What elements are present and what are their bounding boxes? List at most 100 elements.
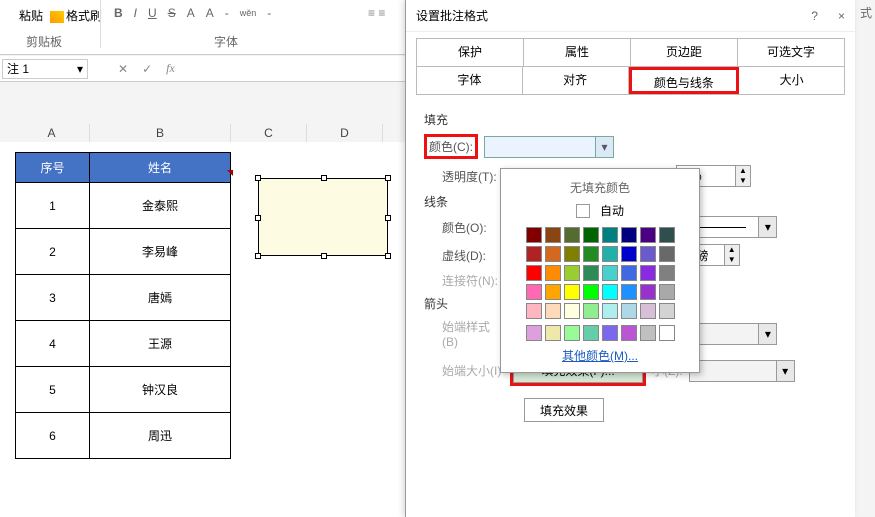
cell[interactable]: 周迅 bbox=[90, 413, 231, 459]
color-swatch[interactable] bbox=[640, 303, 656, 319]
chevron-down-icon[interactable]: ▾ bbox=[77, 62, 83, 76]
color-swatch[interactable] bbox=[602, 325, 618, 341]
tab-align[interactable]: 对齐 bbox=[523, 67, 629, 94]
color-swatch[interactable] bbox=[583, 246, 599, 262]
format-painter-button[interactable]: 格式刷 bbox=[50, 7, 102, 24]
resize-handle[interactable] bbox=[255, 215, 261, 221]
color-swatch[interactable] bbox=[545, 246, 561, 262]
resize-handle[interactable] bbox=[255, 253, 261, 259]
comment-box[interactable] bbox=[258, 178, 388, 256]
chevron-down-icon[interactable]: ▾ bbox=[595, 137, 613, 157]
col-b[interactable]: B bbox=[90, 124, 231, 142]
fx-icon[interactable]: fx bbox=[166, 61, 175, 76]
italic-button[interactable]: I bbox=[134, 6, 137, 20]
underline-button[interactable]: U bbox=[148, 6, 157, 20]
paste-button[interactable]: 粘贴 bbox=[19, 7, 43, 24]
no-fill-option[interactable]: 无填充颜色 bbox=[509, 179, 691, 196]
color-swatch[interactable] bbox=[621, 303, 637, 319]
cell[interactable]: 6 bbox=[16, 413, 90, 459]
cell[interactable]: 钟汉良 bbox=[90, 367, 231, 413]
close-button[interactable]: × bbox=[838, 9, 845, 23]
color-swatch[interactable] bbox=[621, 265, 637, 281]
strike-button[interactable]: S bbox=[168, 6, 176, 20]
color-swatch[interactable] bbox=[640, 265, 656, 281]
cancel-icon[interactable]: ✕ bbox=[118, 62, 128, 76]
chevron-down-icon[interactable]: ▾ bbox=[776, 361, 794, 381]
color-swatch[interactable] bbox=[526, 303, 542, 319]
resize-handle[interactable] bbox=[385, 215, 391, 221]
color-swatch[interactable] bbox=[659, 303, 675, 319]
color-swatch[interactable] bbox=[583, 227, 599, 243]
color-swatch[interactable] bbox=[526, 325, 542, 341]
color-swatch[interactable] bbox=[602, 284, 618, 300]
color-swatch[interactable] bbox=[659, 284, 675, 300]
spin-up[interactable]: ▲ bbox=[736, 166, 750, 176]
color-swatch[interactable] bbox=[583, 303, 599, 319]
auto-color-option[interactable]: 自动 bbox=[509, 202, 691, 219]
color-swatch[interactable] bbox=[621, 227, 637, 243]
color-swatch[interactable] bbox=[659, 227, 675, 243]
resize-handle[interactable] bbox=[385, 175, 391, 181]
font-color-button[interactable]: A bbox=[206, 6, 214, 20]
pinyin-button[interactable]: wěn bbox=[240, 8, 257, 18]
color-swatch[interactable] bbox=[621, 246, 637, 262]
fill-color-combo[interactable]: ▾ bbox=[484, 136, 614, 158]
cell[interactable]: 3 bbox=[16, 275, 90, 321]
color-swatch[interactable] bbox=[526, 227, 542, 243]
color-swatch[interactable] bbox=[583, 284, 599, 300]
resize-handle[interactable] bbox=[385, 253, 391, 259]
color-swatch[interactable] bbox=[659, 325, 675, 341]
color-swatch[interactable] bbox=[602, 246, 618, 262]
chevron-down-icon[interactable]: ▾ bbox=[758, 217, 776, 237]
col-a[interactable]: A bbox=[14, 124, 90, 142]
col-d[interactable]: D bbox=[307, 124, 383, 142]
color-swatch[interactable] bbox=[564, 325, 580, 341]
tab-protect[interactable]: 保护 bbox=[417, 39, 524, 66]
tab-properties[interactable]: 属性 bbox=[524, 39, 631, 66]
cell[interactable]: 唐嫣 bbox=[90, 275, 231, 321]
color-swatch[interactable] bbox=[564, 227, 580, 243]
cell[interactable]: 金泰熙 bbox=[90, 183, 231, 229]
color-swatch[interactable] bbox=[545, 227, 561, 243]
check-icon[interactable]: ✓ bbox=[142, 62, 152, 76]
color-swatch[interactable] bbox=[621, 284, 637, 300]
color-swatch[interactable] bbox=[545, 303, 561, 319]
color-swatch[interactable] bbox=[564, 284, 580, 300]
spin-up[interactable]: ▲ bbox=[725, 245, 739, 255]
more-colors-link[interactable]: 其他颜色(M)... bbox=[509, 347, 691, 364]
dash-button[interactable]: - bbox=[225, 6, 229, 20]
color-swatch[interactable] bbox=[545, 265, 561, 281]
cell[interactable]: 2 bbox=[16, 229, 90, 275]
resize-handle[interactable] bbox=[321, 253, 327, 259]
col-c[interactable]: C bbox=[231, 124, 307, 142]
color-swatch[interactable] bbox=[564, 303, 580, 319]
cell[interactable]: 5 bbox=[16, 367, 90, 413]
tab-size[interactable]: 大小 bbox=[739, 67, 844, 94]
bold-button[interactable]: B bbox=[114, 6, 123, 20]
color-swatch[interactable] bbox=[640, 227, 656, 243]
color-swatch[interactable] bbox=[640, 284, 656, 300]
color-swatch[interactable] bbox=[564, 265, 580, 281]
color-swatch[interactable] bbox=[583, 325, 599, 341]
tab-margins[interactable]: 页边距 bbox=[631, 39, 738, 66]
color-swatch[interactable] bbox=[602, 227, 618, 243]
color-swatch[interactable] bbox=[659, 246, 675, 262]
spin-down[interactable]: ▼ bbox=[725, 255, 739, 265]
cell[interactable]: 4 bbox=[16, 321, 90, 367]
superscript-button[interactable]: A bbox=[187, 6, 195, 20]
tab-alt-text[interactable]: 可选文字 bbox=[738, 39, 844, 66]
chevron-down-icon[interactable]: ▾ bbox=[758, 324, 776, 344]
spin-down[interactable]: ▼ bbox=[736, 176, 750, 186]
cell[interactable]: 王源 bbox=[90, 321, 231, 367]
name-box[interactable]: 注 1 ▾ bbox=[2, 59, 88, 79]
color-swatch[interactable] bbox=[545, 325, 561, 341]
color-swatch[interactable] bbox=[659, 265, 675, 281]
cell[interactable]: 1 bbox=[16, 183, 90, 229]
dash-button-2[interactable]: - bbox=[267, 6, 271, 20]
color-swatch[interactable] bbox=[602, 303, 618, 319]
help-button[interactable]: ? bbox=[811, 9, 818, 23]
tab-font[interactable]: 字体 bbox=[417, 67, 523, 94]
color-swatch[interactable] bbox=[621, 325, 637, 341]
resize-handle[interactable] bbox=[321, 175, 327, 181]
color-swatch[interactable] bbox=[602, 265, 618, 281]
